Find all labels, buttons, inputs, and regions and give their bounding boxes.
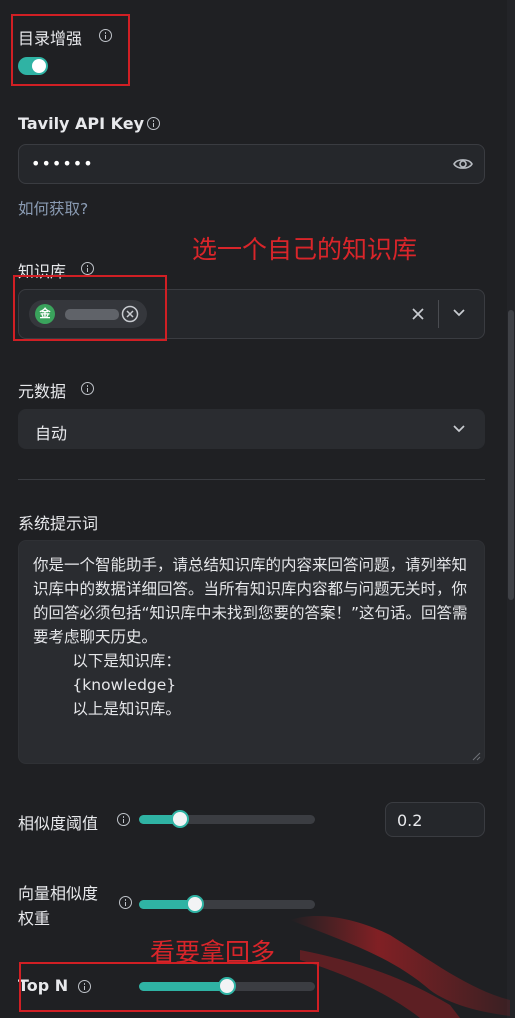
info-icon[interactable]: [119, 896, 132, 909]
slider-thumb[interactable]: [186, 895, 204, 913]
metadata-selected-value: 自动: [35, 424, 68, 443]
system-prompt-text: 你是一个智能助手，请总结知识库的内容来回答问题，请列举知识库中的数据详细回答。当…: [33, 556, 468, 718]
eye-icon[interactable]: [453, 156, 473, 172]
system-prompt-textarea[interactable]: 你是一个智能助手，请总结知识库的内容来回答问题，请列举知识库中的数据详细回答。当…: [18, 540, 485, 764]
vector-weight-label-line1: 向量相似度: [18, 884, 99, 903]
similarity-threshold-slider[interactable]: [139, 810, 315, 828]
info-icon[interactable]: [81, 382, 94, 395]
metadata-select[interactable]: 自动: [18, 409, 485, 449]
system-prompt-label: 系统提示词: [18, 514, 99, 533]
info-icon[interactable]: [117, 813, 130, 826]
vector-weight-label-line2: 权重: [18, 909, 51, 928]
slider-thumb[interactable]: [171, 810, 189, 828]
clear-icon[interactable]: [411, 307, 425, 321]
similarity-threshold-input[interactable]: 0.2: [385, 802, 485, 837]
annotation-box-toc: [11, 14, 130, 86]
password-value: ••••••: [31, 154, 94, 173]
annotation-box-topn: [19, 962, 319, 1012]
tavily-api-key-input[interactable]: ••••••: [18, 144, 485, 184]
similarity-threshold-label: 相似度阈值: [18, 814, 99, 833]
annotation-brush-stroke: [290, 915, 510, 1018]
resize-handle-icon[interactable]: [471, 751, 481, 761]
divider: [438, 300, 439, 328]
scrollbar-thumb[interactable]: [508, 310, 514, 600]
annotation-box-knowledge: [13, 275, 167, 341]
chevron-down-icon[interactable]: [452, 424, 466, 434]
annotation-text-knowledge: 选一个自己的知识库: [192, 235, 418, 264]
similarity-threshold-value: 0.2: [397, 811, 423, 830]
metadata-label: 元数据: [18, 382, 67, 401]
how-to-get-link[interactable]: 如何获取?: [18, 197, 88, 219]
section-divider: [18, 479, 485, 480]
tavily-api-key-label: Tavily API Key: [18, 114, 145, 133]
chevron-down-icon[interactable]: [452, 308, 466, 318]
info-icon[interactable]: [147, 117, 160, 130]
info-icon[interactable]: [81, 262, 94, 275]
